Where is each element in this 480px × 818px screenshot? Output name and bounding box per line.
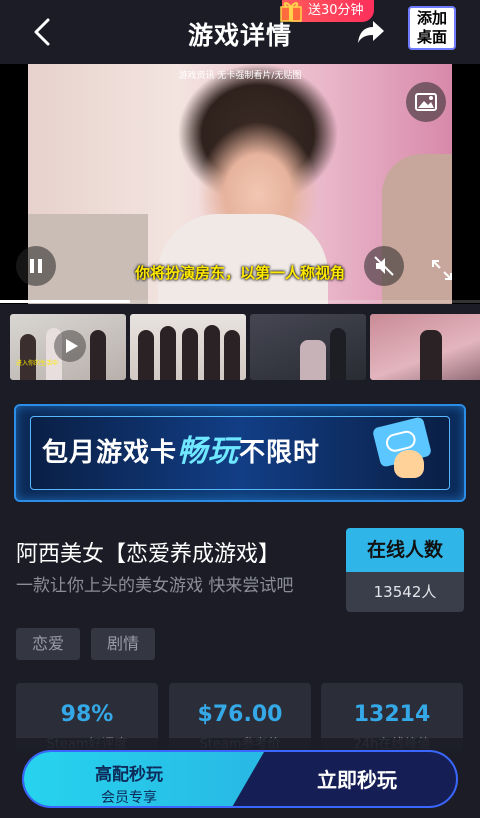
hand-icon [394, 450, 424, 478]
stat-peak-online-value: 13214 [353, 702, 431, 727]
play-icon [66, 339, 78, 353]
tag-romance[interactable]: 恋爱 [16, 628, 81, 660]
add-to-desktop-label-line2: 桌面 [416, 28, 447, 46]
tag-story[interactable]: 剧情 [91, 628, 156, 660]
gift-icon [280, 2, 302, 22]
play-now-button[interactable]: 立即秒玩 [254, 752, 456, 806]
video-progress-fill [0, 300, 130, 303]
video-progress-bar[interactable] [0, 300, 480, 303]
thumbnail-caption: 进入你的生活中 [16, 360, 59, 367]
speaker-muted-icon [374, 256, 394, 276]
play-cta-bar: 高配秒玩 会员专享 立即秒玩 [22, 750, 458, 808]
video-subtitle: 你将扮演房东，以第一人称视角 [134, 264, 345, 282]
screenshot-button[interactable] [406, 82, 446, 122]
play-button[interactable] [54, 330, 86, 362]
add-to-desktop-button[interactable]: 添加 桌面 [408, 6, 456, 50]
mute-button[interactable] [364, 246, 404, 286]
vip-only-label: 会员专享 [101, 790, 157, 806]
vip-instant-play-label: 高配秒玩 [95, 765, 163, 785]
pause-button[interactable] [16, 246, 56, 286]
thumbnail-image[interactable] [250, 314, 366, 380]
banner-text-main: 包月游戏卡 [42, 438, 178, 468]
fullscreen-icon[interactable] [430, 258, 454, 282]
online-count-label: 在线人数 [346, 528, 464, 572]
thumbnail-video[interactable]: 进入你的生活中 [10, 314, 126, 380]
stat-rating-value: 98% [60, 702, 114, 727]
game-title: 阿西美女【恋爱养成游戏】 [16, 542, 281, 567]
top-bar: 游戏详情 送30分钟 添加 桌面 [0, 0, 480, 64]
stat-price-value: $76.00 [197, 702, 283, 727]
video-player[interactable]: 游戏资讯 无卡强制看片/无贴图 你将扮演房东，以第一人称视角 [0, 64, 480, 304]
banner-text-highlight: 畅玩 [177, 434, 240, 469]
add-to-desktop-label-line1: 添加 [416, 9, 447, 27]
online-count-value: 13542人 [373, 583, 437, 601]
game-description: 一款让你上头的美女游戏 快来尝试吧 [16, 576, 294, 596]
thumbnail-image[interactable] [130, 314, 246, 380]
video-top-caption: 游戏资讯 无卡强制看片/无贴图 [178, 71, 302, 81]
share-icon[interactable] [356, 18, 386, 46]
banner-text: 包月游戏卡畅玩不限时 [42, 426, 320, 470]
pause-icon [30, 259, 42, 273]
thumbnail-image[interactable] [370, 314, 480, 380]
banner-text-tail: 不限时 [239, 438, 321, 468]
vip-instant-play-button[interactable]: 高配秒玩 会员专享 [24, 752, 264, 806]
monthly-game-card-banner[interactable]: 包月游戏卡畅玩不限时 [14, 404, 466, 502]
media-thumbnail-strip: 进入你的生活中 [10, 314, 480, 380]
image-icon [415, 93, 437, 111]
online-count-card: 在线人数 13542人 [346, 528, 464, 612]
promo-badge-label: 送30分钟 [308, 3, 364, 18]
